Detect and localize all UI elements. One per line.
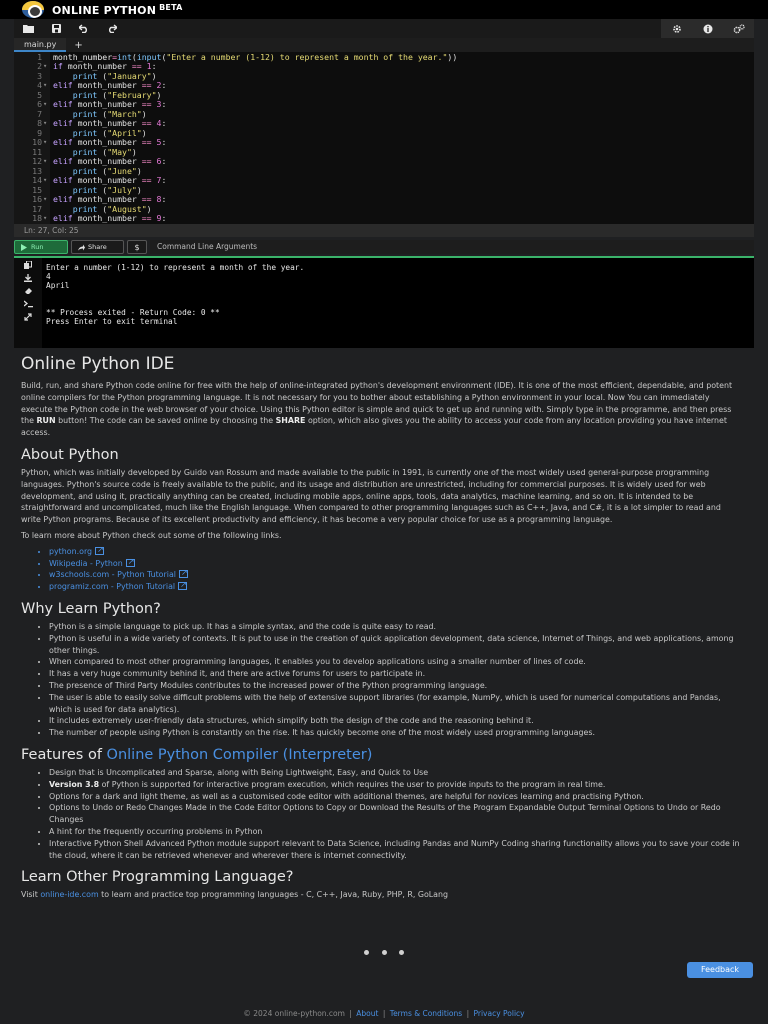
link-programiz[interactable]: programiz.com - Python Tutorial bbox=[49, 579, 743, 593]
info-icon[interactable] bbox=[692, 19, 723, 38]
brand-title[interactable]: ONLINE PYTHON BETA bbox=[52, 3, 183, 17]
terminal-sidebar bbox=[14, 258, 42, 348]
folder-open-icon[interactable] bbox=[14, 19, 42, 38]
fold-toggle-icon[interactable]: ▾ bbox=[43, 214, 47, 224]
features-list: Design that is Uncomplicated and Sparse,… bbox=[49, 767, 743, 861]
share-button[interactable]: Share bbox=[71, 240, 124, 254]
run-button[interactable]: Run bbox=[14, 240, 68, 254]
link-w3schools[interactable]: w3schools.com - Python Tutorial bbox=[49, 567, 743, 581]
feedback-button[interactable]: Feedback bbox=[687, 962, 753, 978]
list-item: Python is useful in a wide variety of co… bbox=[49, 633, 743, 657]
paragraph-links-intro: To learn more about Python check out som… bbox=[21, 530, 282, 540]
download-icon[interactable] bbox=[23, 274, 33, 284]
tab-main-py[interactable]: main.py bbox=[14, 38, 67, 52]
list-item: Design that is Uncomplicated and Sparse,… bbox=[49, 767, 743, 779]
cursor-status: Ln: 27, Col: 25 bbox=[14, 224, 754, 237]
python-logo-icon[interactable] bbox=[22, 1, 44, 18]
list-item: When compared to most other programming … bbox=[49, 656, 743, 668]
terminal-output: Enter a number (1-12) to represent a mon… bbox=[46, 263, 305, 326]
theme-settings-icon[interactable] bbox=[661, 19, 692, 38]
footer-privacy-link[interactable]: Privacy Policy bbox=[473, 1009, 524, 1018]
list-item: Version 3.8 of Python is supported for i… bbox=[49, 779, 743, 791]
save-icon[interactable] bbox=[42, 19, 70, 38]
external-link-icon bbox=[178, 567, 188, 579]
heading-features: Features of Online Python Compiler (Inte… bbox=[21, 747, 743, 763]
why-list: Python is a simple language to pick up. … bbox=[49, 621, 743, 739]
code-line[interactable]: 18 ▾ elif month_number == 9: bbox=[14, 213, 754, 224]
add-tab-button[interactable]: + bbox=[66, 40, 90, 51]
play-icon bbox=[21, 243, 27, 251]
link-python-org[interactable]: python.org bbox=[49, 544, 743, 558]
loading-dots bbox=[364, 950, 404, 955]
footer: © 2024 online-python.com | About | Terms… bbox=[243, 1009, 525, 1018]
features-heading-link[interactable]: Online Python Compiler (Interpreter) bbox=[107, 747, 373, 763]
list-item: It includes extremely user-friendly data… bbox=[49, 715, 743, 727]
run-label: Run bbox=[31, 243, 44, 251]
page-content: Online Python IDE Build, run, and share … bbox=[21, 354, 743, 905]
fold-toggle-icon[interactable]: ▾ bbox=[43, 157, 47, 167]
copyright: © 2024 online-python.com bbox=[243, 1009, 345, 1018]
paragraph-other: Visit online-ide.com to learn and practi… bbox=[21, 889, 743, 901]
top-navbar: ONLINE PYTHON BETA bbox=[0, 0, 768, 19]
code-text: elif month_number == 9: bbox=[53, 213, 167, 223]
list-item: It has a very huge community behind it, … bbox=[49, 668, 743, 680]
list-item: Python is a simple language to pick up. … bbox=[49, 621, 743, 633]
visit-text: Visit bbox=[21, 890, 41, 900]
heading-why-learn-python: Why Learn Python? bbox=[21, 600, 161, 617]
terminal-dollar-button[interactable]: $ bbox=[127, 240, 147, 254]
heading-about-python: About Python bbox=[21, 446, 119, 463]
share-icon bbox=[78, 244, 85, 250]
fold-toggle-icon[interactable]: ▾ bbox=[43, 100, 47, 110]
output-terminal[interactable]: Enter a number (1-12) to represent a mon… bbox=[14, 256, 754, 348]
heading-online-python-ide: Online Python IDE bbox=[21, 354, 175, 374]
fold-toggle-icon[interactable]: ▾ bbox=[43, 138, 47, 148]
code-editor[interactable]: 1 month_number=int(input("Enter a number … bbox=[14, 52, 754, 224]
python-links-list: python.org Wikipedia - Python w3schools.… bbox=[49, 544, 743, 593]
languages-text: to learn and practice top programming la… bbox=[98, 890, 449, 900]
fold-toggle-icon[interactable]: ▾ bbox=[43, 81, 47, 91]
list-item: A hint for the frequently occurring prob… bbox=[49, 826, 743, 838]
editor-toolbar bbox=[14, 19, 754, 38]
redo-icon[interactable] bbox=[98, 19, 126, 38]
paragraph-about: Python, which was initially developed by… bbox=[21, 467, 721, 525]
list-item: The presence of Third Party Modules cont… bbox=[49, 680, 743, 692]
list-item: Options for a dark and light theme, as w… bbox=[49, 791, 743, 803]
heading-learn-other: Learn Other Programming Language? bbox=[21, 869, 294, 886]
undo-icon[interactable] bbox=[70, 19, 98, 38]
fold-toggle-icon[interactable]: ▾ bbox=[43, 119, 47, 129]
link-online-ide[interactable]: online-ide.com bbox=[40, 890, 98, 899]
external-link-icon bbox=[95, 544, 105, 556]
line-number: 18 bbox=[32, 213, 42, 223]
fold-toggle-icon[interactable]: ▾ bbox=[43, 176, 47, 186]
run-bar: Run Share $ Command Line Arguments bbox=[14, 239, 754, 255]
erase-icon[interactable] bbox=[23, 287, 33, 297]
fold-toggle-icon[interactable]: ▾ bbox=[43, 195, 47, 205]
external-link-icon bbox=[125, 556, 135, 567]
share-label: Share bbox=[88, 243, 107, 251]
fold-toggle-icon[interactable]: ▾ bbox=[43, 62, 47, 72]
list-item: Options to Undo or Redo Changes Made in … bbox=[49, 802, 743, 826]
external-link-icon bbox=[178, 579, 188, 591]
command-line-arguments-input[interactable]: Command Line Arguments bbox=[150, 240, 754, 254]
expand-icon[interactable] bbox=[23, 313, 33, 323]
beta-badge: BETA bbox=[159, 2, 183, 12]
list-item: The user is able to easily solve difficu… bbox=[49, 692, 743, 716]
copy-icon[interactable] bbox=[23, 260, 33, 271]
list-item: The number of people using Python is con… bbox=[49, 727, 743, 739]
paragraph-ide: Build, run, and share Python code online… bbox=[21, 381, 733, 438]
features-heading-prefix: Features of bbox=[21, 746, 107, 763]
settings-icon[interactable] bbox=[723, 19, 754, 38]
file-tabs: main.py + bbox=[14, 38, 754, 52]
link-wikipedia-python[interactable]: Wikipedia - Python bbox=[49, 556, 743, 570]
footer-about-link[interactable]: About bbox=[356, 1009, 378, 1018]
list-item: Interactive Python Shell Advanced Python… bbox=[49, 838, 743, 862]
prompt-icon[interactable] bbox=[23, 300, 33, 310]
footer-terms-link[interactable]: Terms & Conditions bbox=[390, 1009, 462, 1018]
